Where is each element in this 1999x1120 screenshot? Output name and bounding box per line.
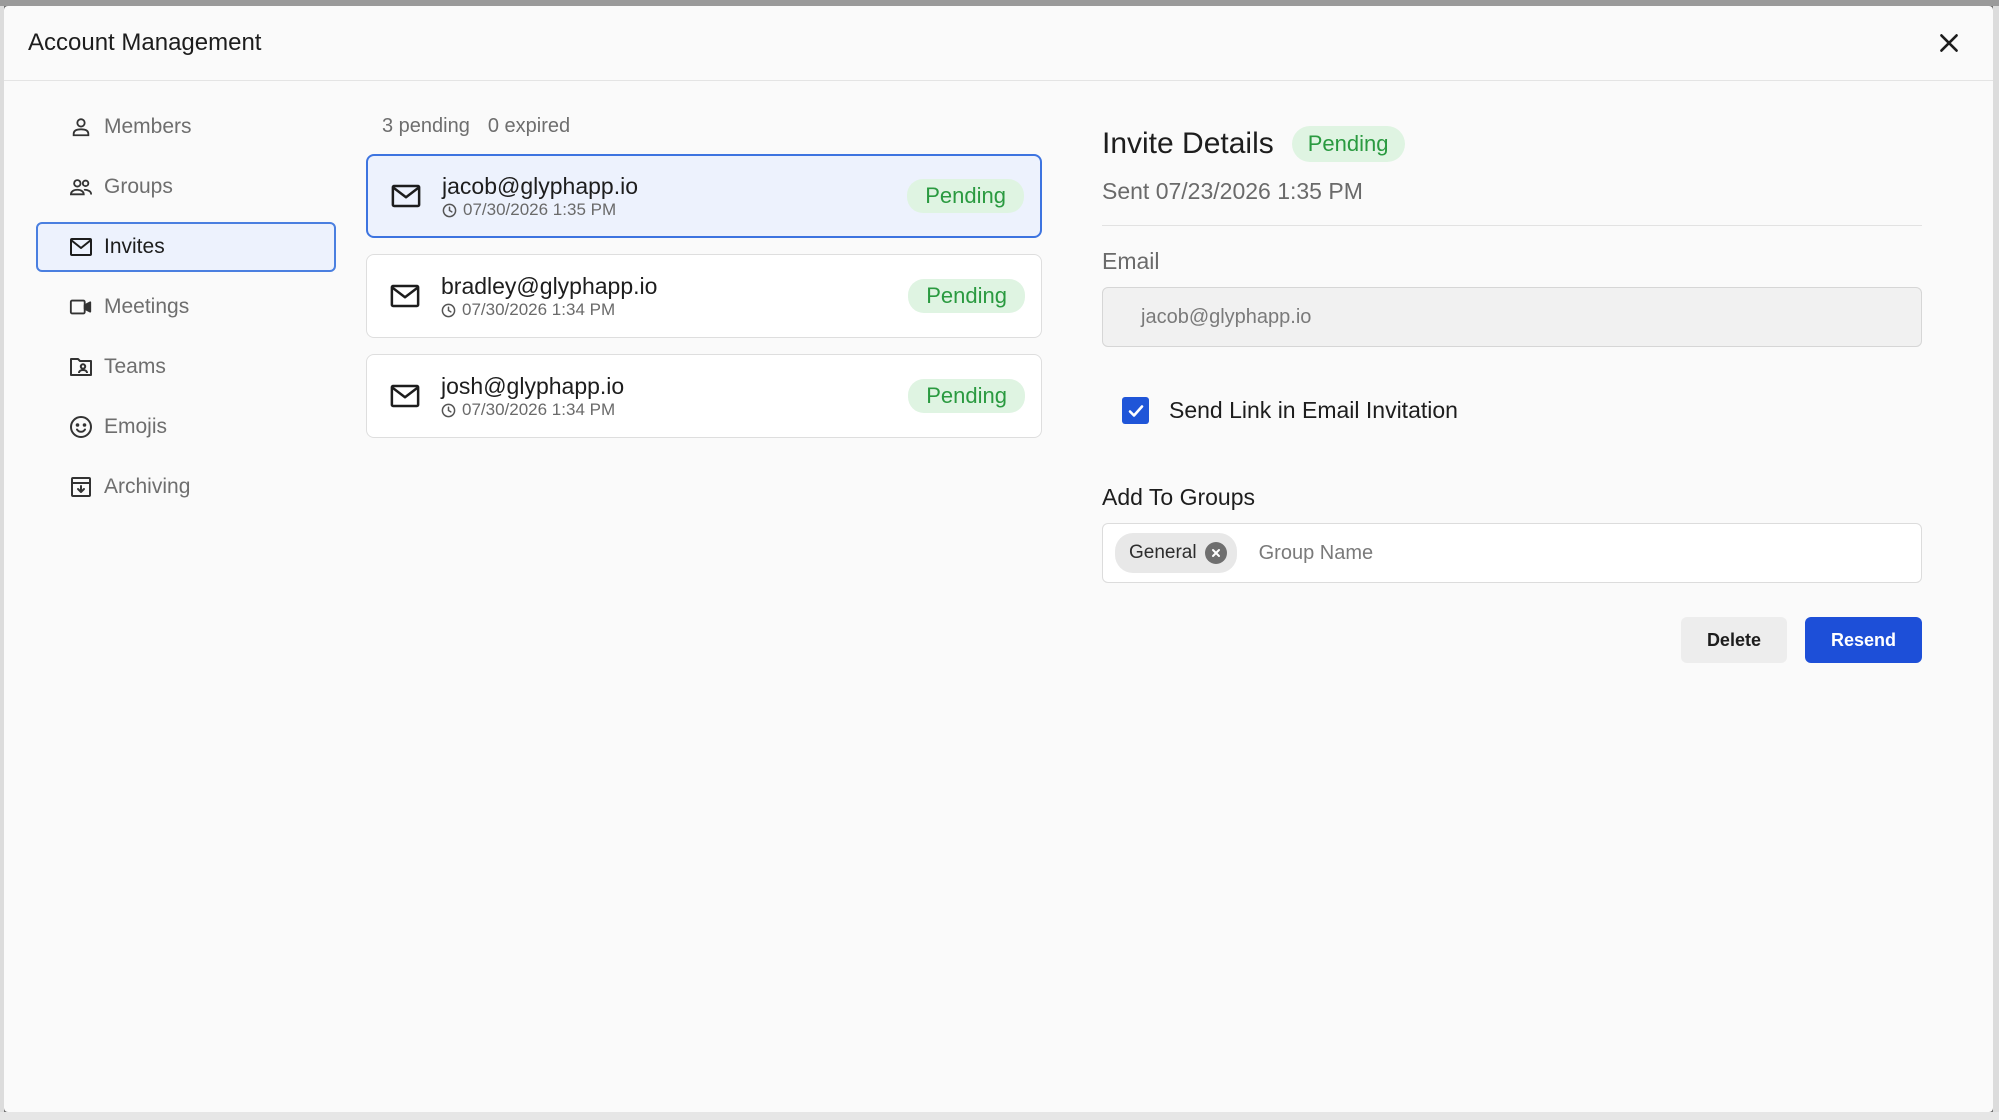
sidebar-item-invites[interactable]: Invites	[36, 222, 336, 272]
sidebar-item-label: Invites	[104, 235, 165, 258]
background-app-edge-bottom	[0, 1112, 1999, 1120]
sidebar-item-label: Archiving	[104, 475, 191, 498]
clock-icon	[442, 203, 457, 217]
status-badge: Pending	[907, 179, 1024, 213]
sidebar-nav: Members Groups Invites Meetings Teams Em…	[36, 102, 336, 522]
envelope-icon	[390, 180, 422, 212]
sidebar-item-label: Meetings	[104, 295, 190, 318]
add-to-groups-label: Add To Groups	[1102, 484, 1256, 510]
close-icon	[1211, 549, 1220, 557]
divider	[1102, 225, 1922, 226]
checkmark-icon	[1128, 404, 1143, 417]
invite-email: josh@glyphapp.io	[441, 373, 625, 399]
status-badge: Pending	[908, 379, 1025, 413]
group-chip-label: General	[1129, 542, 1197, 563]
sidebar-item-label: Teams	[104, 355, 166, 378]
person-icon	[68, 114, 94, 140]
status-badge: Pending	[908, 279, 1025, 313]
close-button[interactable]	[1931, 25, 1967, 61]
sent-timestamp: Sent 07/23/2026 1:35 PM	[1102, 178, 1363, 204]
status-badge: Pending	[1291, 126, 1405, 162]
folder-person-icon	[68, 354, 94, 380]
expired-count: 0 expired	[487, 114, 571, 137]
invite-card[interactable]: jacob@glyphapp.io 07/30/2026 1:35 PM Pen…	[366, 154, 1042, 238]
invite-list-column: 3 pending 0 expired jacob@glyphapp.io 07…	[366, 102, 1042, 454]
remove-group-button[interactable]	[1204, 542, 1227, 564]
invite-info: jacob@glyphapp.io 07/30/2026 1:35 PM	[442, 172, 907, 220]
invite-time-text: 07/30/2026 1:34 PM	[462, 400, 616, 419]
invite-info: josh@glyphapp.io 07/30/2026 1:34 PM	[441, 372, 908, 420]
invite-card[interactable]: josh@glyphapp.io 07/30/2026 1:34 PM Pend…	[366, 354, 1042, 438]
group-chip: General	[1115, 533, 1237, 573]
close-icon	[1940, 34, 1958, 52]
email-field: jacob@glyphapp.io	[1102, 287, 1922, 347]
details-title-row: Invite Details Pending	[1102, 126, 1922, 162]
invite-details-panel: Invite Details Pending Sent 07/23/2026 1…	[1102, 126, 1922, 663]
send-link-option[interactable]: Send Link in Email Invitation	[1102, 397, 1922, 424]
invite-info: bradley@glyphapp.io 07/30/2026 1:34 PM	[441, 272, 908, 320]
invite-time: 07/30/2026 1:34 PM	[441, 400, 908, 420]
sidebar-item-label: Groups	[104, 175, 173, 198]
invite-email: jacob@glyphapp.io	[442, 173, 638, 199]
envelope-icon	[389, 380, 421, 412]
modal-header: Account Management	[4, 6, 1993, 81]
send-link-checkbox[interactable]	[1122, 397, 1149, 424]
email-field-value: jacob@glyphapp.io	[1141, 305, 1312, 328]
sidebar-item-label: Members	[104, 115, 192, 138]
sidebar-item-members[interactable]: Members	[36, 102, 336, 152]
smiley-icon	[68, 414, 94, 440]
video-icon	[68, 294, 94, 320]
people-icon	[68, 174, 94, 200]
sidebar-item-meetings[interactable]: Meetings	[36, 282, 336, 332]
envelope-icon	[68, 234, 94, 260]
invite-time-text: 07/30/2026 1:34 PM	[462, 300, 616, 319]
archive-icon	[68, 474, 94, 500]
clock-icon	[441, 403, 456, 417]
send-link-label: Send Link in Email Invitation	[1169, 397, 1458, 423]
invite-time: 07/30/2026 1:35 PM	[442, 200, 907, 220]
invite-time: 07/30/2026 1:34 PM	[441, 300, 908, 320]
sidebar-item-archiving[interactable]: Archiving	[36, 462, 336, 512]
email-label: Email	[1102, 248, 1160, 274]
pending-count: 3 pending	[382, 114, 470, 137]
sidebar-item-teams[interactable]: Teams	[36, 342, 336, 392]
invite-time-text: 07/30/2026 1:35 PM	[463, 200, 617, 219]
invite-email: bradley@glyphapp.io	[441, 273, 658, 299]
sidebar-item-label: Emojis	[104, 415, 168, 438]
invite-card[interactable]: bradley@glyphapp.io 07/30/2026 1:34 PM P…	[366, 254, 1042, 338]
resend-button[interactable]: Resend	[1804, 617, 1922, 663]
background-app-edge-right	[1993, 0, 1999, 1120]
action-buttons: Delete Resend	[1102, 617, 1922, 663]
groups-field[interactable]: General	[1102, 523, 1922, 583]
group-name-input[interactable]	[1258, 541, 1659, 565]
envelope-icon	[389, 280, 421, 312]
account-management-modal: Account Management Members Groups Invite…	[4, 6, 1993, 1112]
delete-button[interactable]: Delete	[1680, 617, 1787, 663]
details-title: Invite Details	[1102, 127, 1274, 160]
sidebar-item-emojis[interactable]: Emojis	[36, 402, 336, 452]
modal-title: Account Management	[28, 29, 262, 56]
sidebar-item-groups[interactable]: Groups	[36, 162, 336, 212]
clock-icon	[441, 303, 456, 317]
invite-counts: 3 pending 0 expired	[366, 98, 1042, 154]
